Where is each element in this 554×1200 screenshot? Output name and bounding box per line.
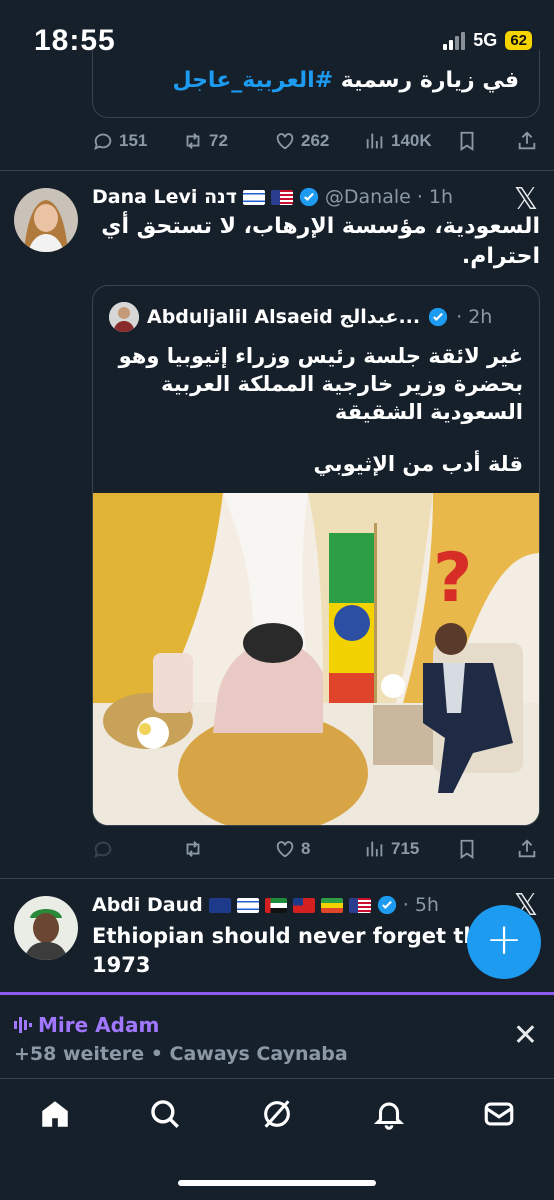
quoted-tweet-photo[interactable]: ? (93, 493, 539, 825)
quoted-text-line: غير لائقة جلسة رئيس وزراء إثيوبيا وهو (118, 344, 523, 368)
heart-icon (276, 841, 294, 858)
display-name[interactable]: Abdi Daud (92, 894, 203, 916)
reply-button[interactable]: 151 (92, 130, 147, 152)
home-indicator (178, 1180, 376, 1186)
display-name[interactable]: Dana Levi דנה (92, 186, 237, 208)
handle[interactable]: @Danale (325, 186, 411, 208)
tweet-text-line: Ethiopian should never forget this d (92, 924, 521, 948)
spaces-host-name: Mire Adam (38, 1013, 160, 1037)
usa-flag-icon (348, 897, 371, 913)
spaces-subtitle: +58 weitere • Caways Caynaba (14, 1043, 348, 1065)
quoted-text-line: قلة أدب من الإثيوبي (313, 452, 523, 476)
australia-flag-icon (208, 897, 231, 913)
tweet-text-line: السعودية، مؤسسة الإرهاب، لا تستحق أي (101, 214, 540, 239)
grok-icon[interactable] (260, 1097, 294, 1131)
views-button[interactable]: 715 (364, 838, 419, 860)
avatar[interactable] (14, 188, 78, 252)
prev-quote-text: في زيارة رسمية #العربية_عاجل (172, 68, 519, 93)
like-count: 8 (301, 839, 311, 858)
timestamp: · 5h (402, 894, 439, 916)
messages-icon[interactable] (482, 1097, 516, 1131)
tweet-actions: 8 715 (0, 838, 554, 868)
views-count: 715 (391, 839, 420, 858)
retweet-icon (186, 133, 200, 149)
like-button[interactable]: 262 (274, 130, 329, 152)
uae-flag-icon (264, 897, 287, 913)
avatar (109, 302, 139, 332)
notifications-icon[interactable] (372, 1097, 406, 1131)
home-icon[interactable] (38, 1097, 72, 1131)
close-icon[interactable]: ✕ (513, 1021, 538, 1051)
timestamp: · 2h (456, 306, 493, 328)
ethiopia-flag-icon (320, 897, 343, 913)
retweet-icon (186, 841, 200, 857)
israel-flag-icon (242, 189, 265, 205)
like-count: 262 (301, 131, 330, 150)
hashtag-link[interactable]: #العربية_عاجل (172, 68, 333, 93)
quoted-text-line: بحضرة وزير خارجية المملكة العربية (160, 372, 523, 396)
retweet-count: 72 (209, 131, 228, 150)
tweet-text-line: احترام. (461, 244, 540, 269)
avatar[interactable] (14, 896, 78, 960)
views-count: 140K (391, 131, 432, 150)
network-type: 5G (473, 30, 498, 50)
share-icon (518, 839, 536, 858)
svg-text:?: ? (433, 539, 472, 618)
status-indicators: 5G 62 (443, 30, 532, 51)
tweet-header: Dana Levi דנה @Danale · 1h (92, 186, 453, 208)
share-button[interactable] (516, 130, 538, 152)
tweet-header: Abdi Daud · 5h (92, 894, 439, 916)
signal-icon (443, 31, 466, 50)
spaces-title: Mire Adam (14, 1013, 159, 1037)
compose-button[interactable]: + (467, 905, 541, 979)
tweet-text: Ethiopian should never forget this d 197… (92, 922, 520, 980)
retweet-button[interactable] (182, 838, 209, 860)
taiwan-flag-icon (292, 897, 315, 913)
reply-icon (94, 133, 112, 151)
tweet-text-line: 1973 (92, 953, 151, 977)
share-icon (518, 131, 536, 150)
bookmark-button[interactable] (456, 838, 478, 860)
prev-tweet-actions: 151 72 262 140K (0, 130, 554, 160)
quoted-tweet-text: غير لائقة جلسة رئيس وزراء إثيوبيا وهو بح… (113, 342, 523, 478)
bookmark-button[interactable] (456, 130, 478, 152)
divider (0, 878, 554, 879)
timestamp: · 1h (416, 186, 454, 208)
search-icon[interactable] (148, 1097, 182, 1131)
quoted-tweet-card[interactable]: Abduljalil Alsaeid عبدالج... · 2h غير لا… (92, 285, 540, 826)
like-button[interactable]: 8 (274, 838, 310, 860)
reply-icon (94, 841, 112, 859)
divider (0, 170, 554, 171)
reply-button[interactable] (92, 838, 119, 860)
views-button[interactable]: 140K (364, 130, 432, 152)
verified-badge-icon (299, 187, 319, 207)
audio-wave-icon (14, 1017, 32, 1033)
quoted-tweet-header: Abduljalil Alsaeid عبدالج... · 2h (109, 302, 492, 332)
verified-badge-icon (377, 895, 396, 915)
heart-icon (276, 133, 294, 150)
tweet-text: السعودية، مؤسسة الإرهاب، لا تستحق أي احت… (90, 212, 540, 272)
quoted-text-line: السعودية الشقيقة (334, 400, 523, 424)
verified-badge-icon (428, 307, 448, 327)
bookmark-icon (460, 131, 474, 151)
israel-flag-icon (236, 897, 259, 913)
share-button[interactable] (516, 838, 538, 860)
reply-count: 151 (119, 131, 148, 150)
spaces-bar[interactable]: Mire Adam +58 weitere • Caways Caynaba ✕ (0, 992, 554, 1078)
bookmark-icon (460, 839, 474, 859)
prev-quote-card[interactable]: في زيارة رسمية #العربية_عاجل (92, 50, 540, 118)
battery-icon: 62 (505, 31, 532, 50)
usa-flag-icon (270, 189, 293, 205)
retweet-button[interactable]: 72 (182, 130, 228, 152)
views-icon (366, 841, 383, 857)
display-name[interactable]: Abduljalil Alsaeid عبدالج... (147, 306, 420, 328)
views-icon (366, 133, 383, 149)
